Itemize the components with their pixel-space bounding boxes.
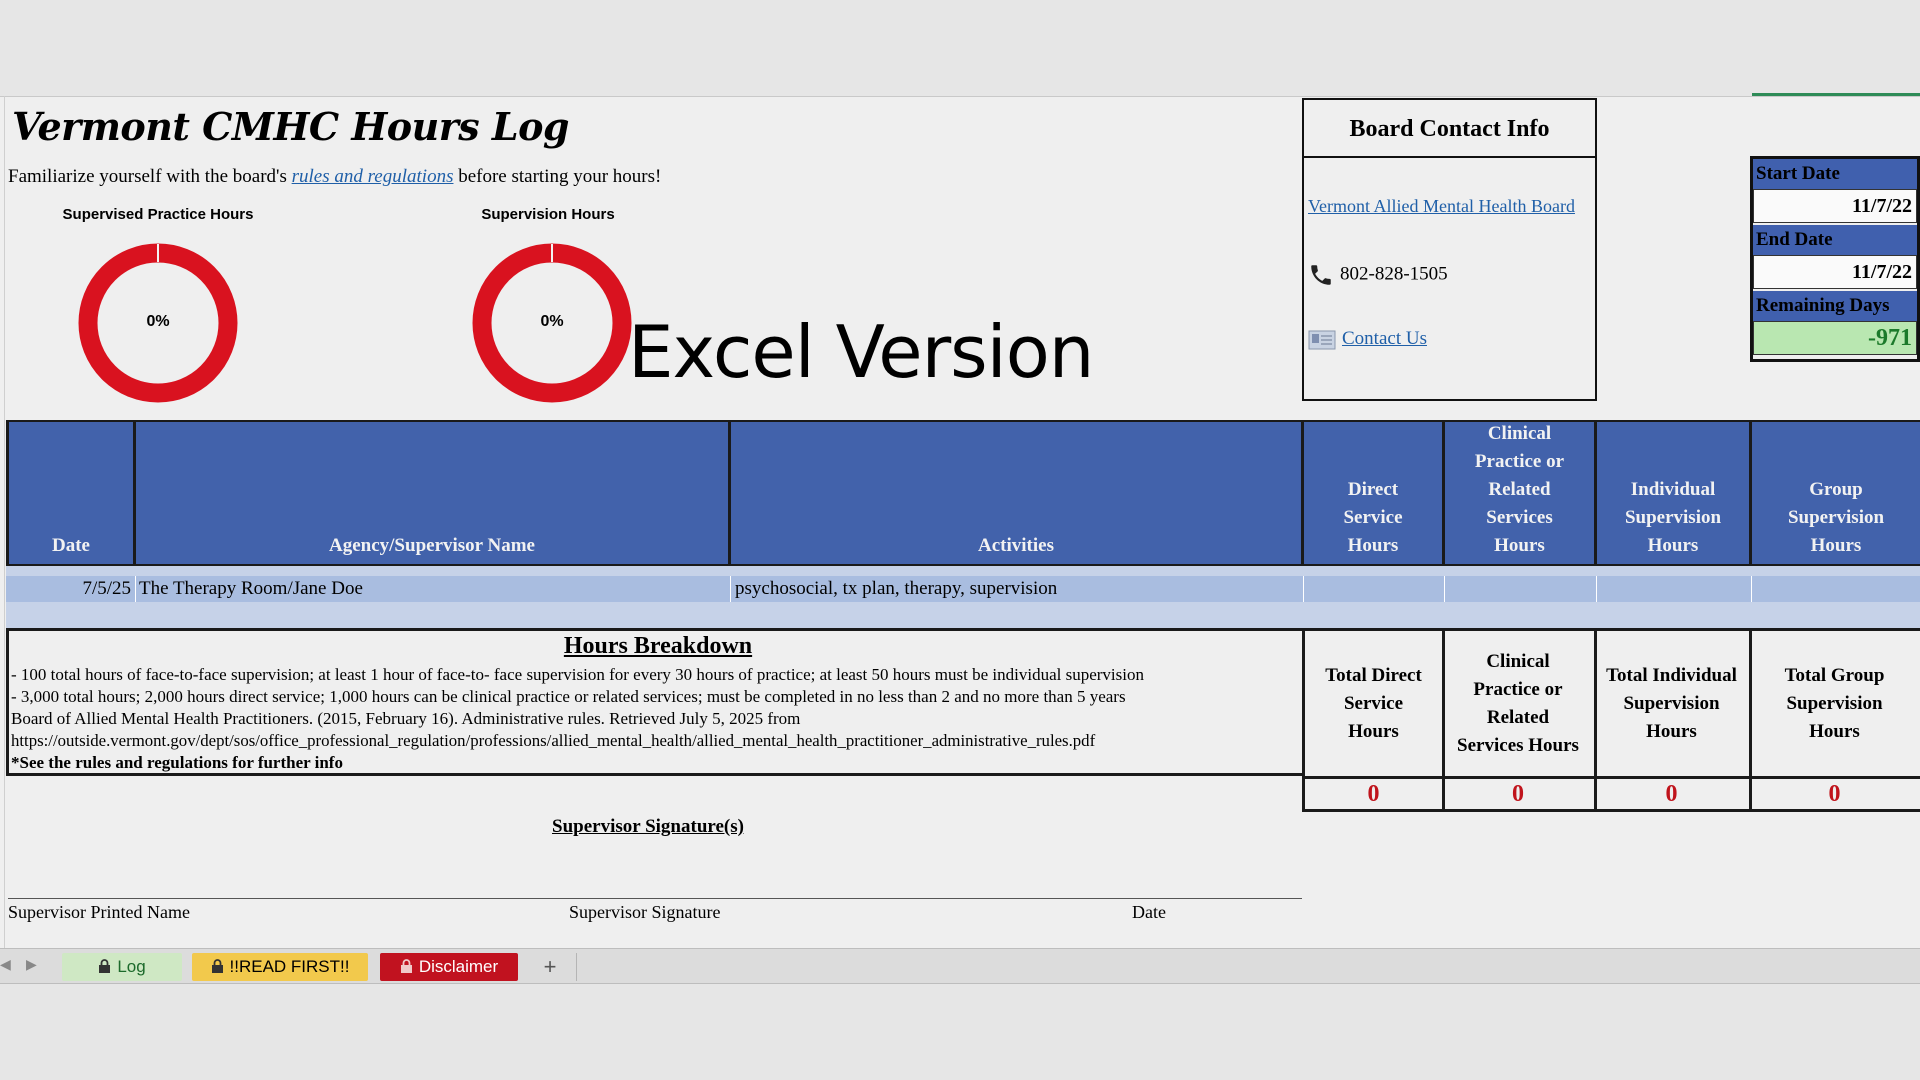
row-date[interactable]: 7/5/25 [6,576,136,602]
lock-icon [99,959,111,973]
start-date-label: Start Date [1753,159,1917,189]
total-direct-value: 0 [1302,776,1445,812]
header-agency: Agency/Supervisor Name [136,422,731,564]
row-direct[interactable] [1304,576,1445,602]
breakdown-line: - 100 total hours of face-to-face superv… [11,665,1144,684]
tab-divider [576,953,577,981]
lock-icon [211,959,223,973]
total-group-value: 0 [1749,776,1920,812]
selection-accent [1752,93,1920,96]
supervisor-signature-title: Supervisor Signature(s) [552,816,744,837]
table-spacer-row [6,566,1920,576]
header-activities: Activities [731,422,1304,564]
start-date-value[interactable]: 11/7/22 [1753,189,1917,223]
row-group[interactable] [1752,576,1920,602]
header-date: Date [9,422,136,564]
page-title: Vermont CMHC Hours Log [12,104,570,149]
end-date-label: End Date [1753,225,1917,255]
total-group-label: Total Group Supervision Hours [1749,628,1920,776]
total-clinical-label: Clinical Practice or Related Services Ho… [1442,628,1597,776]
header-individual-supervision: Individual Supervision Hours [1597,422,1752,564]
tab-disclaimer[interactable]: Disclaimer [380,953,518,981]
remaining-days-value: -971 [1753,321,1917,355]
breakdown-line: - 3,000 total hours; 2,000 hours direct … [11,687,1126,706]
gauge-title-supervised-practice: Supervised Practice Hours [62,206,254,223]
table-row[interactable]: 7/5/25 The Therapy Room/Jane Doe psychos… [6,576,1920,602]
row-individual[interactable] [1597,576,1752,602]
gridline [4,96,5,948]
remaining-days-label: Remaining Days [1753,291,1917,321]
phone-row: 802-828-1505 [1308,262,1448,288]
breakdown-line: Board of Allied Mental Health Practition… [11,709,801,728]
board-contact-title: Board Contact Info [1304,100,1595,158]
total-clinical-value: 0 [1442,776,1597,812]
scroll-right-icon[interactable]: ▶ [26,957,37,973]
tab-log[interactable]: Log [62,953,182,981]
signature-line [8,898,1302,899]
lock-icon [400,959,412,973]
total-individual-value: 0 [1594,776,1752,812]
phone-number: 802-828-1505 [1340,263,1448,285]
hours-breakdown: Hours Breakdown - 100 total hours of fac… [6,628,1304,776]
phone-icon [1311,265,1331,285]
gauge-title-supervision: Supervision Hours [481,206,615,223]
intro-before: Familiarize yourself with the board's [8,166,292,187]
sheet-tab-bar: ◀ ▶ Log !!READ FIRST!! Disclaimer + [0,948,1920,984]
rules-link[interactable]: rules and regulations [292,166,454,187]
breakdown-note: *See the rules and regulations for furth… [11,753,343,772]
mail-icon [1308,330,1336,350]
excel-version-overlay: Excel Version [628,310,1094,394]
contact-us-link[interactable]: Contact Us [1342,328,1427,349]
table-row-empty[interactable] [6,602,1920,628]
printed-name-label: Supervisor Printed Name [8,902,190,922]
header-clinical-practice: Clinical Practice or Related Services Ho… [1445,422,1597,564]
tab-read-first[interactable]: !!READ FIRST!! [192,953,368,981]
date-label: Date [1132,902,1166,922]
breakdown-url: https://outside.vermont.gov/dept/sos/off… [11,731,1096,750]
row-clinical[interactable] [1445,576,1597,602]
scroll-left-icon[interactable]: ◀ [0,957,11,973]
add-sheet-button[interactable]: + [530,953,570,981]
gauge-percent-supervision: 0% [540,313,564,330]
board-website-link[interactable]: Vermont Allied Mental Health Board [1308,196,1575,217]
signature-label: Supervisor Signature [569,902,721,922]
header-direct-service: Direct Service Hours [1304,422,1445,564]
total-direct-label: Total Direct Service Hours [1302,628,1445,776]
end-date-value[interactable]: 11/7/22 [1753,255,1917,289]
hours-breakdown-title: Hours Breakdown [563,633,753,659]
header-group-supervision: Group Supervision Hours [1752,422,1920,564]
row-activities[interactable]: psychosocial, tx plan, therapy, supervis… [731,576,1304,602]
dates-panel: Start Date 11/7/22 End Date 11/7/22 Rema… [1750,156,1920,362]
contact-row: Contact Us [1308,328,1427,351]
total-individual-label: Total Individual Supervision Hours [1594,628,1752,776]
row-agency[interactable]: The Therapy Room/Jane Doe [136,576,731,602]
board-contact-box: Board Contact Info Vermont Allied Mental… [1302,98,1597,401]
gauge-percent-supervised-practice: 0% [146,313,170,330]
intro-after: before starting your hours! [453,166,662,187]
intro-text: Familiarize yourself with the board's ru… [8,166,661,188]
